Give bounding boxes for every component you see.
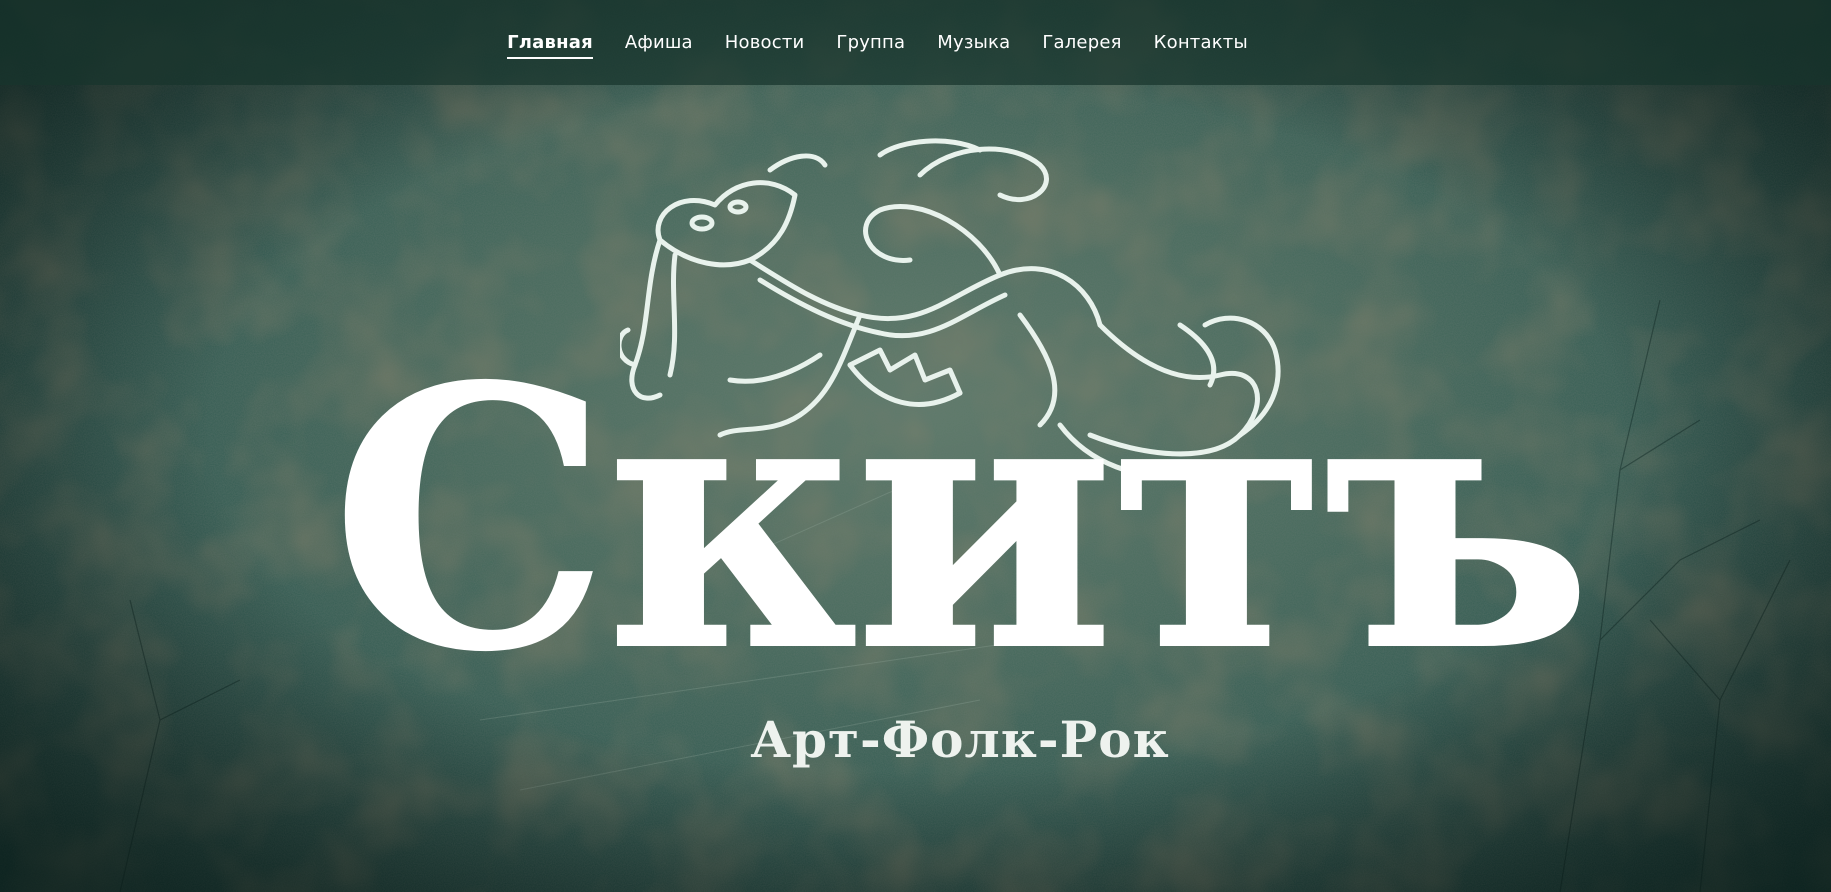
nav-item-home[interactable]: Главная [491, 28, 609, 59]
hero-section: Скитъ Арт-Фолк-Рок [0, 0, 1831, 892]
nav-item-gallery[interactable]: Галерея [1026, 28, 1137, 58]
nav-item-news[interactable]: Новости [709, 28, 821, 58]
logo-tagline: Арт-Фолк-Рок [750, 710, 1170, 769]
nav-list: Главная Афиша Новости Группа Музыка Гале… [491, 28, 1264, 59]
nav-item-contacts[interactable]: Контакты [1138, 28, 1264, 58]
band-logo: Скитъ Арт-Фолк-Рок [0, 0, 1831, 892]
logo-wordmark: Скитъ [330, 308, 1593, 731]
main-navigation: Главная Афиша Новости Группа Музыка Гале… [0, 0, 1831, 85]
nav-item-band[interactable]: Группа [820, 28, 921, 58]
nav-item-music[interactable]: Музыка [921, 28, 1026, 58]
nav-item-afisha[interactable]: Афиша [609, 28, 709, 58]
